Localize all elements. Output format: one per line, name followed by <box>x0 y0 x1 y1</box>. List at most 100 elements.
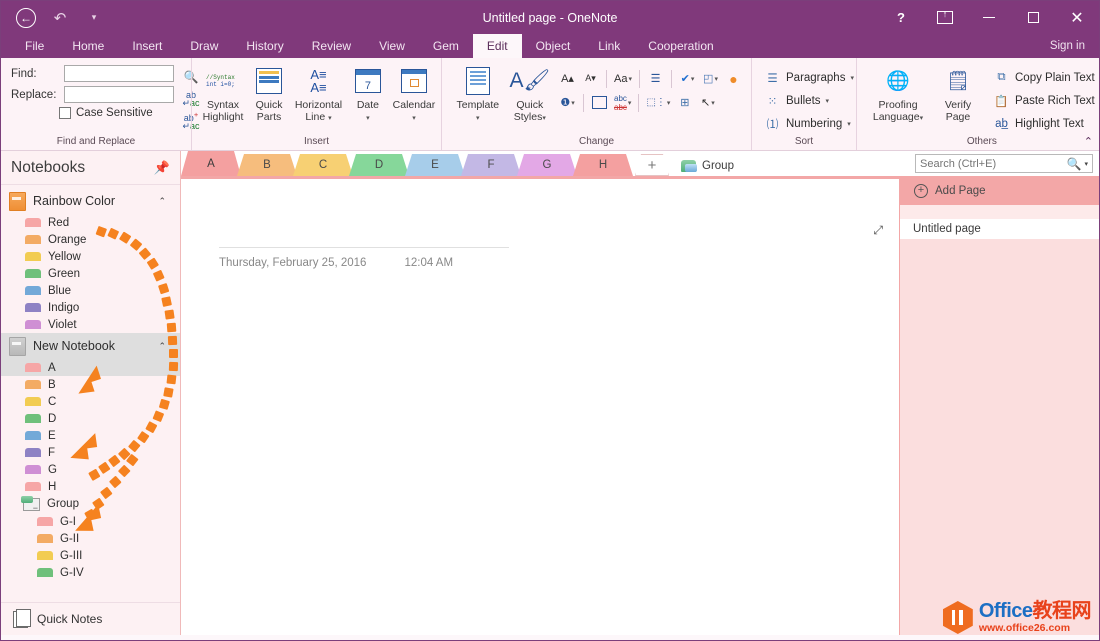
section-tab-c[interactable]: C <box>293 154 353 176</box>
sidebar-section-green[interactable]: Green <box>1 265 180 282</box>
spelling-button[interactable]: ✔▾ <box>677 68 698 89</box>
page-color-button[interactable] <box>589 92 610 113</box>
section-tab-h[interactable]: H <box>573 154 633 176</box>
sidebar-section-violet[interactable]: Violet <box>1 316 180 333</box>
section-tab-a[interactable]: A <box>181 151 241 176</box>
page-date[interactable]: Thursday, February 25, 2016 <box>219 257 366 269</box>
syntax-highlight-label1: Syntax <box>207 99 239 111</box>
sidebar-section-e[interactable]: E <box>1 427 180 444</box>
sidebar-section-blue[interactable]: Blue <box>1 282 180 299</box>
chevron-up-icon[interactable]: ⌃ <box>158 196 172 207</box>
abc-strike-button[interactable]: abcabc▾ <box>612 92 633 113</box>
tab-edit[interactable]: Edit <box>473 34 522 58</box>
tab-insert[interactable]: Insert <box>118 34 176 58</box>
expand-diagonal-icon[interactable]: ⤢ <box>873 223 883 238</box>
sidebar-section-group[interactable]: Group <box>1 495 180 513</box>
search-input[interactable] <box>920 158 1064 170</box>
chevron-down-icon[interactable]: ▾ <box>1084 160 1088 168</box>
maximize-button[interactable] <box>1011 1 1055 34</box>
replace-input[interactable] <box>64 86 174 103</box>
find-input[interactable] <box>64 65 174 82</box>
tab-draw[interactable]: Draw <box>176 34 232 58</box>
quick-notes-item[interactable]: Quick Notes <box>1 602 180 635</box>
tab-home[interactable]: Home <box>58 34 118 58</box>
horizontal-line-button[interactable]: A≡A≡ HorizontalLine ▾ <box>292 61 345 124</box>
pin-icon[interactable]: 📌 <box>154 160 170 176</box>
undo-button[interactable]: ↶ <box>43 5 77 31</box>
sidebar-section-a[interactable]: A <box>1 359 180 376</box>
indent-button[interactable]: ⬚⋮▾ <box>644 92 672 113</box>
sign-in-link[interactable]: Sign in <box>1050 34 1099 58</box>
tab-object[interactable]: Object <box>522 34 585 58</box>
help-button[interactable]: ? <box>879 1 923 34</box>
numbering-button[interactable]: ⑴ Numbering ▾ <box>762 113 858 134</box>
proofing-language-button[interactable]: 🌐 ProofingLanguage▾ <box>865 61 931 124</box>
back-button[interactable]: ← <box>9 5 43 31</box>
tab-review[interactable]: Review <box>298 34 365 58</box>
tab-history[interactable]: History <box>232 34 297 58</box>
close-button[interactable]: ✕ <box>1055 1 1099 34</box>
sidebar-section-b[interactable]: B <box>1 376 180 393</box>
section-tab-d[interactable]: D <box>349 154 409 176</box>
section-tab-f[interactable]: F <box>461 154 521 176</box>
sidebar-section-g[interactable]: G <box>1 461 180 478</box>
numbering-change-button[interactable]: ❶▾ <box>557 92 578 113</box>
page-canvas[interactable]: ⤢ Thursday, February 25, 2016 12:04 AM <box>181 176 899 635</box>
change-case-button[interactable]: Aa▾ <box>612 68 634 89</box>
sidebar-section-red[interactable]: Red <box>1 214 180 231</box>
sidebar-section-g-ii[interactable]: G-II <box>1 530 180 547</box>
search-box[interactable]: 🔍 ▾ <box>915 154 1093 173</box>
copy-plain-text-button[interactable]: ⧉ Copy Plain Text <box>991 67 1099 88</box>
sidebar-section-orange[interactable]: Orange <box>1 231 180 248</box>
case-sensitive-checkbox[interactable]: Case Sensitive <box>59 107 174 119</box>
tab-cooperation[interactable]: Cooperation <box>634 34 727 58</box>
notebook-new-notebook[interactable]: New Notebook ⌃ <box>1 333 180 359</box>
section-group-tab[interactable]: Group <box>681 160 734 176</box>
section-tab-g[interactable]: G <box>517 154 577 176</box>
sidebar-section-f[interactable]: F <box>1 444 180 461</box>
sidebar-section-d[interactable]: D <box>1 410 180 427</box>
tab-gem[interactable]: Gem <box>419 34 473 58</box>
template-button[interactable]: Template▾ <box>450 61 506 124</box>
section-tab-e[interactable]: E <box>405 154 465 176</box>
search-icon[interactable]: 🔍 <box>1067 157 1082 171</box>
syntax-highlight-button[interactable]: //Syntaxint i=0; SyntaxHighlight <box>200 61 246 123</box>
sidebar-section-h[interactable]: H <box>1 478 180 495</box>
collapse-ribbon-button[interactable]: ⌃ <box>1084 135 1093 148</box>
clear-formatting-button[interactable]: ☰ <box>645 68 666 89</box>
highlight-text-button[interactable]: ab̲ Highlight Text <box>991 113 1099 134</box>
ribbon-display-options-button[interactable] <box>923 1 967 34</box>
tab-link[interactable]: Link <box>584 34 634 58</box>
section-tab-b[interactable]: B <box>237 154 297 176</box>
tab-file[interactable]: File <box>11 34 58 58</box>
sidebar-section-c[interactable]: C <box>1 393 180 410</box>
sidebar-section-g-iii[interactable]: G-III <box>1 547 180 564</box>
add-section-button[interactable]: + <box>635 154 669 176</box>
sidebar-section-yellow[interactable]: Yellow <box>1 248 180 265</box>
sidebar-section-g-iv[interactable]: G-IV <box>1 564 180 581</box>
grow-font-button[interactable]: A▴ <box>557 68 578 89</box>
highlight-color-button[interactable]: ● <box>723 68 744 89</box>
paragraphs-button[interactable]: ☰ Paragraphs ▾ <box>762 67 858 88</box>
sidebar-section-indigo[interactable]: Indigo <box>1 299 180 316</box>
add-page-button[interactable]: + Add Page <box>900 176 1099 205</box>
page-list-item[interactable]: Untitled page <box>900 219 1099 239</box>
quick-parts-button[interactable]: QuickParts <box>246 61 292 123</box>
bullets-button[interactable]: ⁙ Bullets ▾ <box>762 90 858 111</box>
calendar-button[interactable]: Calendar▾ <box>391 61 437 124</box>
quick-styles-button[interactable]: A🖌 QuickStyles▾ <box>506 61 554 124</box>
paste-rich-text-button[interactable]: 📋 Paste Rich Text <box>991 90 1099 111</box>
chevron-up-icon[interactable]: ⌃ <box>158 341 172 352</box>
minimize-button[interactable] <box>967 1 1011 34</box>
notebook-rainbow-color[interactable]: Rainbow Color ⌃ <box>1 188 180 214</box>
sidebar-section-g-i[interactable]: G-I <box>1 513 180 530</box>
page-time[interactable]: 12:04 AM <box>404 257 453 269</box>
shrink-font-button[interactable]: A▾ <box>580 68 601 89</box>
verify-page-button[interactable]: 🗒 VerifyPage <box>931 61 985 123</box>
table-convert-button[interactable]: ⊞ <box>674 92 695 113</box>
customize-qat-button[interactable]: ▾ <box>77 5 111 31</box>
paint-bucket-button[interactable]: ◰▾ <box>700 68 721 89</box>
select-pointer-button[interactable]: ↖▾ <box>697 92 718 113</box>
tab-view[interactable]: View <box>365 34 419 58</box>
date-button[interactable]: 7 Date▾ <box>345 61 391 124</box>
